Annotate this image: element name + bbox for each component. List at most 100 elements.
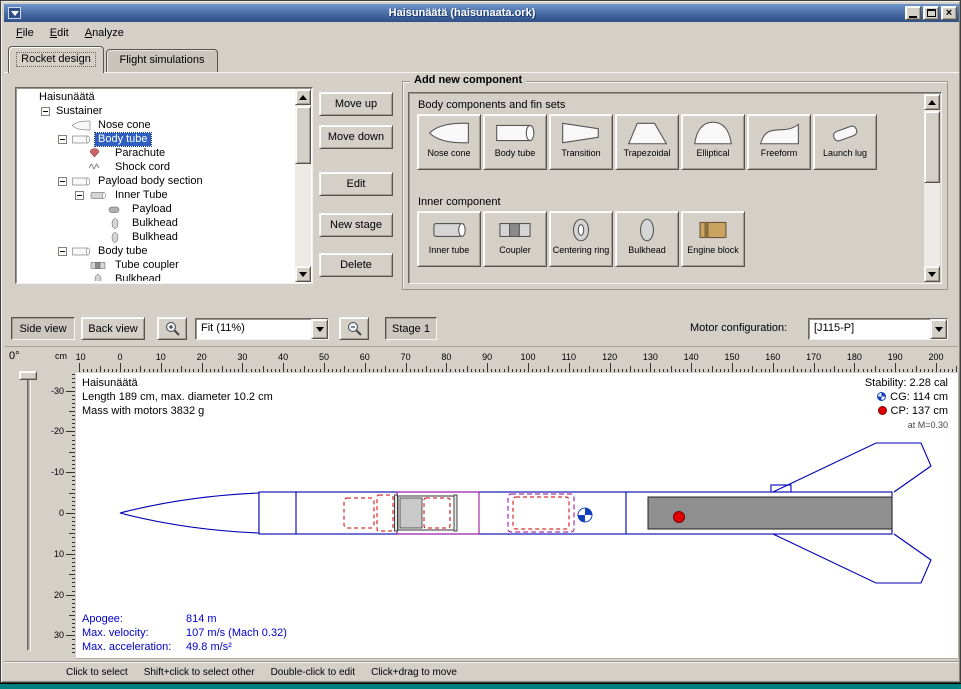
move-up-button[interactable]: Move up xyxy=(319,92,393,116)
window-icon[interactable] xyxy=(8,7,21,19)
freeform-button[interactable]: Freeform xyxy=(747,114,811,170)
tree-item[interactable]: Bulkhead xyxy=(18,272,294,281)
menu-file[interactable]: File xyxy=(8,24,42,42)
scroll-down-button[interactable] xyxy=(924,266,940,282)
combo-arrow-icon[interactable] xyxy=(311,319,328,339)
scrollbar-thumb[interactable] xyxy=(924,111,940,183)
tree-item-label[interactable]: Inner Tube xyxy=(112,189,171,202)
launch-lug-button[interactable]: Launch lug xyxy=(813,114,877,170)
scrollbar-thumb[interactable] xyxy=(295,106,311,164)
tree-item-label[interactable]: Sustainer xyxy=(53,105,105,118)
tree-expander-icon[interactable] xyxy=(75,191,84,200)
side-view-button[interactable]: Side view xyxy=(11,317,75,340)
coupler-button[interactable]: Coupler xyxy=(483,211,547,267)
arrow-up-icon xyxy=(299,95,307,100)
tree-item-label[interactable]: Payload xyxy=(129,203,175,216)
motor-configuration-select[interactable]: [J115-P] xyxy=(808,318,948,340)
move-down-button[interactable]: Move down xyxy=(319,125,393,149)
tree-item-label[interactable]: Body tube xyxy=(95,133,151,146)
tree-expander-icon[interactable] xyxy=(41,107,50,116)
ruler-tick xyxy=(695,369,696,372)
tree-item-label[interactable]: Payload body section xyxy=(95,175,206,188)
body-tube-button[interactable]: Body tube xyxy=(483,114,547,170)
minimize-button[interactable] xyxy=(905,6,921,20)
tree-item[interactable]: Body tube xyxy=(18,244,294,258)
ruler-tick xyxy=(140,366,141,372)
centering-ring-button[interactable]: Centering ring xyxy=(549,211,613,267)
zoom-in-button[interactable] xyxy=(157,317,187,340)
tree-expander-icon[interactable] xyxy=(58,135,67,144)
zoom-level-select[interactable]: Fit (11%) xyxy=(195,318,329,340)
tree-expander-icon[interactable] xyxy=(58,247,67,256)
tree-item[interactable]: Bulkhead xyxy=(18,230,294,244)
tree-item[interactable]: Parachute xyxy=(18,146,294,160)
ruler-tick xyxy=(377,369,378,372)
scroll-up-button[interactable] xyxy=(295,89,311,105)
combo-arrow-icon[interactable] xyxy=(930,319,947,339)
engine-block-button[interactable]: Engine block xyxy=(681,211,745,267)
tab-rocket-design[interactable]: Rocket design xyxy=(8,46,104,73)
menu-edit[interactable]: Edit xyxy=(42,24,77,42)
tree-item-label[interactable]: Tube coupler xyxy=(112,259,182,272)
tree-scrollbar[interactable] xyxy=(295,89,311,282)
menu-analyze[interactable]: Analyze xyxy=(77,24,132,42)
ruler-tick xyxy=(450,369,451,372)
tree-item[interactable]: Payload body section xyxy=(18,174,294,188)
close-button[interactable]: × xyxy=(941,6,957,20)
tree-item[interactable]: Sustainer xyxy=(18,104,294,118)
delete-button[interactable]: Delete xyxy=(319,253,393,277)
maximize-button[interactable] xyxy=(923,6,939,20)
scroll-down-button[interactable] xyxy=(295,266,311,282)
ruler-tick xyxy=(72,619,75,620)
ruler-tick xyxy=(72,558,75,559)
ruler-tick xyxy=(948,369,949,372)
trapezoidal-button[interactable]: Trapezoidal xyxy=(615,114,679,170)
new-stage-button[interactable]: New stage xyxy=(319,213,393,237)
tree-expander-icon[interactable] xyxy=(58,177,67,186)
rocket-figure-canvas[interactable]: Haisunäätä Length 189 cm, max. diameter … xyxy=(76,373,959,659)
tree-item-label[interactable]: Nose cone xyxy=(95,119,154,132)
ruler-tick xyxy=(72,489,75,490)
component-tree[interactable]: HaisunäätäSustainerNose coneBody tubePar… xyxy=(15,87,313,284)
rotation-slider-track[interactable] xyxy=(27,373,31,651)
tree-item[interactable]: Tube coupler xyxy=(18,258,294,272)
tree-item-label[interactable]: Shock cord xyxy=(112,161,173,174)
tree-item[interactable]: Nose cone xyxy=(18,118,294,132)
tree-item-label[interactable]: Haisunäätä xyxy=(36,91,98,104)
ruler-tick xyxy=(626,369,627,372)
tree-item[interactable]: Haisunäätä xyxy=(18,90,294,104)
tree-item[interactable]: Shock cord xyxy=(18,160,294,174)
edit-button[interactable]: Edit xyxy=(319,172,393,196)
ruler-tick xyxy=(385,366,386,372)
tree-item-label[interactable]: Body tube xyxy=(95,245,151,258)
ruler-tick xyxy=(72,631,75,632)
tree-item-label[interactable]: Bulkhead xyxy=(129,231,181,244)
transition-button[interactable]: Transition xyxy=(549,114,613,170)
ruler-label: 100 xyxy=(520,352,535,362)
tree-item[interactable]: Bulkhead xyxy=(18,216,294,230)
add-component-scrollbar[interactable] xyxy=(924,94,940,282)
ruler-tick xyxy=(858,369,859,372)
tree-item[interactable]: Payload xyxy=(18,202,294,216)
ruler-tick xyxy=(512,369,513,372)
bulkhead-button[interactable]: Bulkhead xyxy=(615,211,679,267)
zoom-out-button[interactable] xyxy=(339,317,369,340)
tree-item-label[interactable]: Bulkhead xyxy=(112,273,164,282)
tree-item[interactable]: Body tube xyxy=(18,132,294,146)
inner-tube-button[interactable]: Inner tube xyxy=(417,211,481,267)
ruler-tick xyxy=(72,648,75,649)
stage-1-toggle[interactable]: Stage 1 xyxy=(385,317,437,340)
ruler-tick xyxy=(72,468,75,469)
titlebar[interactable]: Haisunäätä (haisunaata.ork) × xyxy=(4,4,959,22)
ruler-tick xyxy=(353,369,354,372)
tree-item-label[interactable]: Parachute xyxy=(112,147,168,160)
tree-item[interactable]: Inner Tube xyxy=(18,188,294,202)
back-view-button[interactable]: Back view xyxy=(81,317,145,340)
tree-item-label[interactable]: Bulkhead xyxy=(129,217,181,230)
tab-flight-simulations[interactable]: Flight simulations xyxy=(106,49,218,73)
nose-cone-button[interactable]: Nose cone xyxy=(417,114,481,170)
elliptical-button[interactable]: Elliptical xyxy=(681,114,745,170)
scroll-up-button[interactable] xyxy=(924,94,940,110)
ruler-tick xyxy=(72,562,75,563)
rotation-slider-handle[interactable] xyxy=(19,371,37,380)
